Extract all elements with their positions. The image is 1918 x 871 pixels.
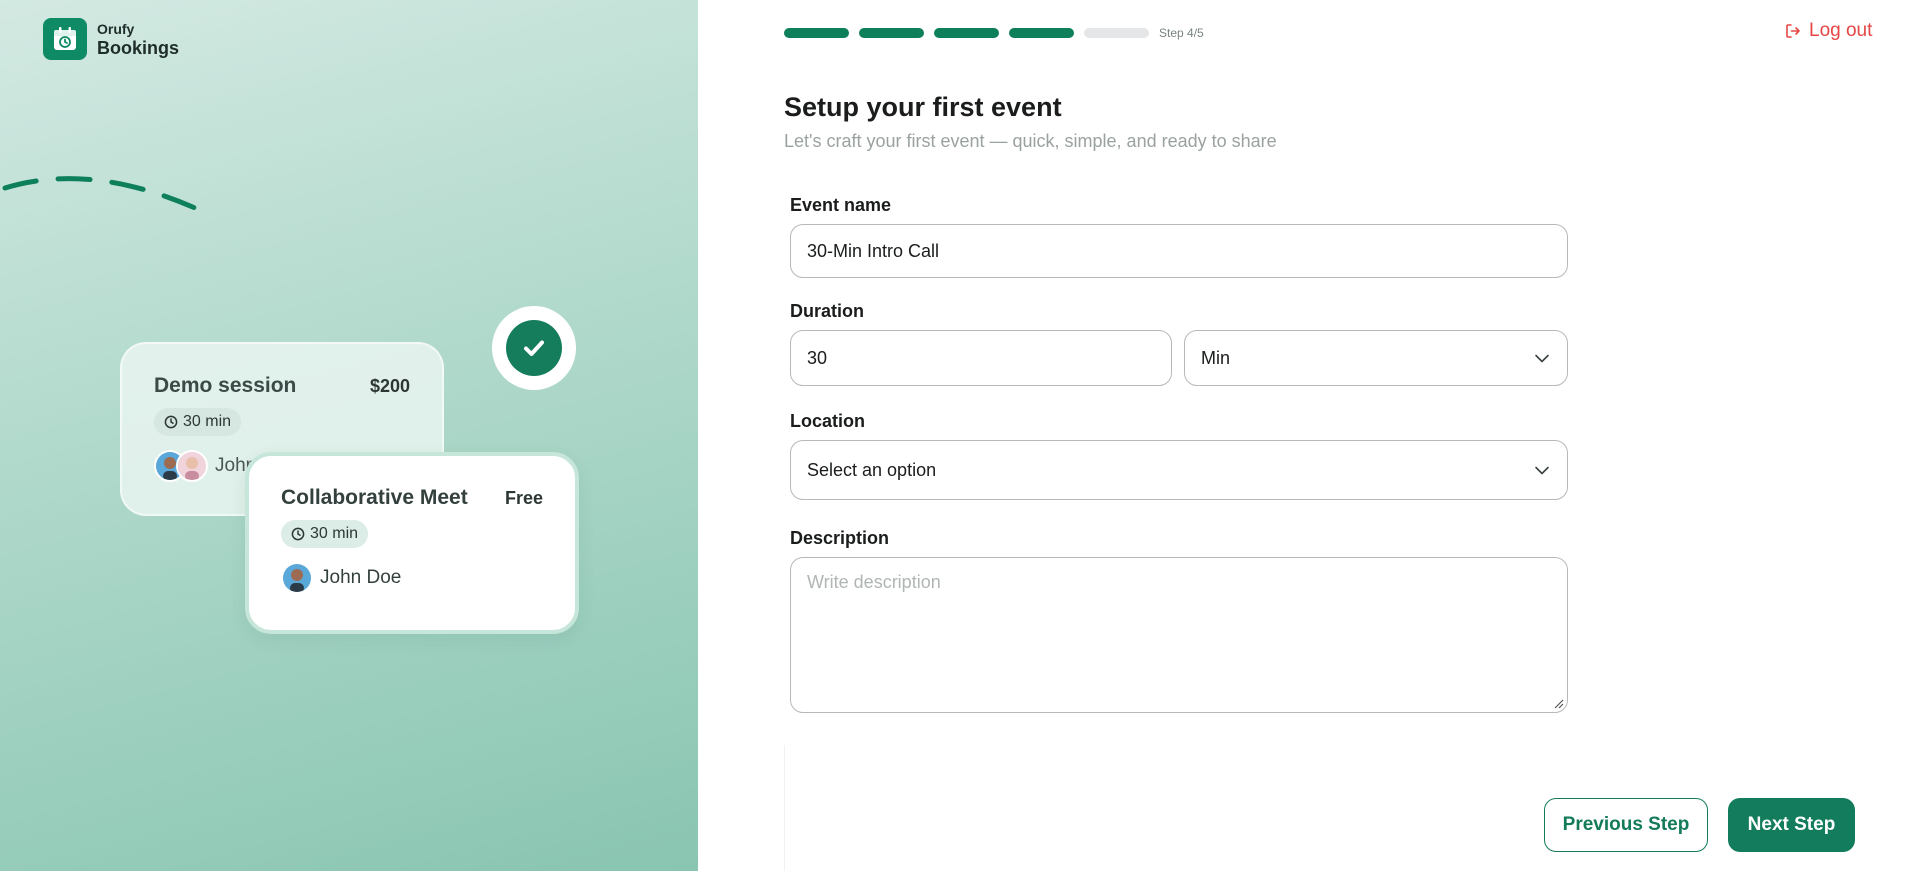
brand-name-top: Orufy (97, 20, 135, 37)
duration-text: 30 min (310, 525, 359, 542)
location-group: Location Select an option (790, 411, 1568, 500)
card-title: Collaborative Meet (281, 486, 468, 509)
previous-step-button[interactable]: Previous Step (1544, 798, 1708, 852)
duration-unit-value: Min (1201, 347, 1231, 368)
progress-segment-complete (859, 28, 924, 38)
duration-pill: 30 min (154, 408, 242, 436)
location-select[interactable]: Select an option (790, 440, 1568, 500)
brand-logo: Orufy Bookings (43, 18, 179, 60)
calendar-icon (43, 18, 87, 60)
description-label: Description (790, 528, 890, 548)
chevron-down-icon (1535, 466, 1549, 475)
location-value: Select an option (807, 459, 937, 480)
card-title: Demo session (154, 374, 297, 397)
event-name-value: 30-Min Intro Call (807, 240, 940, 261)
step-progress: Step 4/5 (784, 26, 1204, 40)
page-title: Setup your first event (784, 92, 1062, 122)
duration-value: 30 (807, 347, 828, 368)
attendees: John Doe (281, 562, 543, 594)
duration-label: Duration (790, 301, 864, 321)
step-label: Step 4/5 (1159, 26, 1204, 40)
location-label: Location (790, 411, 865, 431)
chevron-down-icon (1535, 354, 1549, 363)
resize-handle-icon[interactable] (1552, 697, 1564, 709)
logout-label: Log out (1809, 20, 1873, 41)
event-name-group: Event name 30-Min Intro Call (790, 195, 1568, 278)
event-name-input[interactable]: 30-Min Intro Call (790, 224, 1568, 278)
card-price: Free (504, 488, 543, 508)
duration-input[interactable]: 30 (790, 330, 1172, 386)
description-placeholder: Write description (807, 572, 941, 592)
decorative-dashed-arc (2, 176, 198, 211)
duration-text: 30 min (183, 413, 232, 430)
logout-button[interactable]: Log out (1785, 20, 1872, 42)
duration-unit-select[interactable]: Min (1184, 330, 1568, 386)
event-card-collaborative-meet: Collaborative Meet Free 30 min John Doe (245, 452, 579, 634)
progress-segment-complete (934, 28, 999, 38)
description-group: Description Write description (790, 528, 1568, 713)
clock-icon (164, 415, 178, 429)
next-step-button[interactable]: Next Step (1728, 798, 1855, 852)
page-subtitle: Let's craft your first event — quick, si… (784, 131, 1277, 151)
progress-segment-complete (1009, 28, 1074, 38)
duration-group: Duration 30 Min (790, 301, 1568, 386)
logout-icon (1786, 24, 1800, 38)
card-price: $200 (369, 376, 410, 396)
progress-segment-pending (1084, 28, 1149, 38)
clock-icon (291, 527, 305, 541)
brand-name-bottom: Bookings (97, 37, 180, 58)
duration-pill: 30 min (281, 520, 369, 548)
attendee-name: John Doe (320, 567, 402, 588)
avatar (281, 562, 313, 594)
progress-segment-complete (784, 28, 849, 38)
illustration-panel: Orufy Bookings Demo session $200 30 min … (0, 0, 698, 871)
description-textarea[interactable]: Write description (790, 557, 1568, 713)
divider (784, 745, 785, 871)
avatar (176, 450, 208, 482)
event-name-label: Event name (790, 195, 892, 215)
check-badge (492, 306, 576, 390)
checkmark-icon (506, 320, 562, 376)
